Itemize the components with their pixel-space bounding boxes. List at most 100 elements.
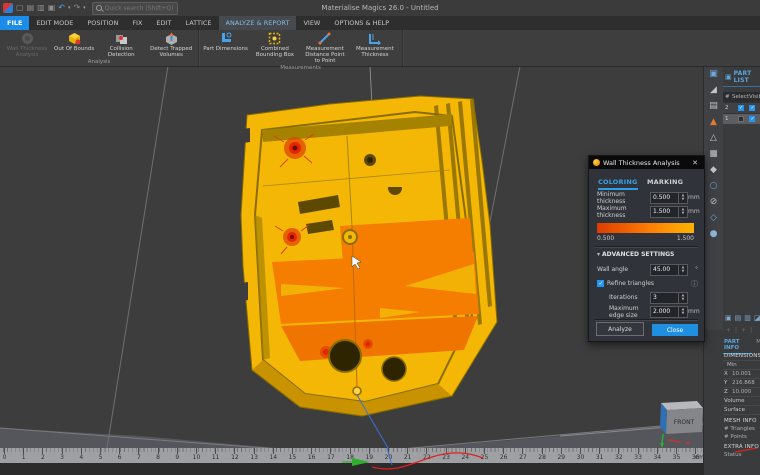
dimension-row: X10.001 (723, 370, 760, 379)
warning-icon[interactable]: ▲ (710, 118, 717, 127)
quick-search-box[interactable] (92, 2, 178, 15)
scene-icon[interactable]: ▣ (725, 314, 732, 322)
ribbon-button-part-dimensions[interactable]: Part Dimensions (201, 30, 250, 64)
refine-triangles-checkbox[interactable] (597, 280, 604, 287)
cut-tool-icon[interactable]: ◆ (710, 166, 717, 175)
ribbon-button-label: Wall Thickness Analysis (4, 46, 50, 58)
tab-edit[interactable]: EDIT (149, 16, 178, 30)
ruler-number: 17 (326, 454, 335, 461)
tab-fix[interactable]: FIX (125, 16, 149, 30)
tool-c-icon: + (741, 327, 746, 334)
tab-options-help[interactable]: OPTIONS & HELP (327, 16, 396, 30)
tab-edit-mode[interactable]: EDIT MODE (29, 16, 80, 30)
tab-marking[interactable]: MARKING (647, 178, 683, 186)
ribbon-group-label: Analysis (2, 58, 196, 67)
spinner[interactable]: ▲▼ (678, 193, 687, 203)
measure-tool-icon[interactable]: ◇ (710, 214, 717, 223)
maximum-thickness-input[interactable]: ▲▼ (650, 206, 688, 218)
new-scene-icon[interactable]: ▢ (16, 3, 24, 13)
analyzed-part-model[interactable] (234, 96, 497, 448)
ribbon-button-wall-thickness: Wall Thickness Analysis (2, 30, 52, 58)
spinner[interactable]: ▲▼ (678, 293, 687, 303)
tab-coloring[interactable]: COLORING (598, 178, 638, 190)
spinner[interactable]: ▲▼ (678, 207, 687, 217)
views-icon[interactable]: ◪ (754, 314, 760, 322)
gradient-min-label: 0.500 (597, 235, 614, 242)
ruler-number: 6 (115, 454, 124, 461)
ribbon-button-collision-detection[interactable]: Collision Detection (96, 30, 146, 58)
ribbon-button-out-of-bounds[interactable]: Out Of Bounds (52, 30, 96, 58)
ruler-number: 19 (365, 454, 374, 461)
redo-icon[interactable]: ↷ (73, 3, 80, 13)
close-icon[interactable]: ✕ (690, 159, 700, 167)
minimum-thickness-input[interactable]: ▲▼ (650, 192, 688, 204)
copy-icon[interactable]: ▤ (735, 314, 742, 322)
part-hole (329, 340, 361, 372)
redo-dropdown-icon[interactable]: ▾ (83, 5, 86, 11)
triangle-tool-icon[interactable]: △ (710, 134, 717, 143)
gradient-max-label: 1.500 (677, 235, 694, 242)
ruler-number: 13 (250, 454, 259, 461)
undo-icon[interactable]: ↶ (58, 3, 65, 13)
ruler-number: 10 (192, 454, 201, 461)
wall-angle-input[interactable]: ▲▼ (650, 264, 688, 276)
dialog-title-bar[interactable]: Wall Thickness Analysis ✕ (589, 156, 704, 169)
iterations-input[interactable]: ▲▼ (650, 292, 688, 304)
tab-file[interactable]: FILE (0, 16, 29, 30)
machine-icon[interactable]: ▤ (709, 102, 718, 111)
dimension-row: Surface (723, 406, 760, 415)
ribbon-button-label: Collision Detection (98, 46, 144, 58)
min-column-label: Min (723, 360, 760, 370)
analyze-button[interactable]: Analyze (596, 322, 644, 336)
info-icon[interactable]: ⓘ (691, 279, 698, 289)
ruler-number: 30 (576, 454, 585, 461)
undo-dropdown-icon[interactable]: ▾ (68, 5, 71, 11)
mesh-info-row: # Triangles (723, 425, 760, 433)
import-part-icon[interactable]: ▣ (709, 70, 718, 79)
visible-checkbox[interactable] (749, 116, 755, 122)
paste-icon[interactable]: ▥ (744, 314, 751, 322)
select-checkbox[interactable] (738, 105, 744, 111)
extra-info-row: Status (723, 451, 760, 459)
part-list-row[interactable]: 2 (723, 102, 760, 113)
dialog-title: Wall Thickness Analysis (603, 159, 687, 167)
select-checkbox[interactable] (738, 116, 744, 122)
fix-wizard-icon[interactable]: ◢ (710, 86, 717, 95)
ribbon-button-distance-point[interactable]: Measurement Distance Point to Point (300, 30, 350, 64)
tab-view[interactable]: VIEW (296, 16, 327, 30)
open-file-icon[interactable]: ▤ (27, 3, 35, 13)
part-list-row[interactable]: 1 (723, 113, 760, 124)
tab-lattice[interactable]: LATTICE (178, 16, 218, 30)
max-edge-size-input[interactable]: ▲▼ (650, 306, 688, 318)
visible-checkbox[interactable] (749, 105, 755, 111)
collision-detection-icon (115, 31, 128, 45)
advanced-settings-header[interactable]: ▾ADVANCED SETTINGS (597, 251, 674, 258)
max-edge-size-row: Maximum edge size ▲▼ mm (597, 306, 698, 317)
cube-tool-icon[interactable]: ■ (709, 150, 718, 159)
exclude-tool-icon[interactable]: ⊘ (710, 198, 718, 207)
circle-tool-icon[interactable]: ○ (710, 182, 718, 191)
measure-thickness-icon (368, 31, 381, 45)
globe-tool-icon[interactable]: ● (710, 230, 718, 239)
tab-analyze-report[interactable]: ANALYZE & REPORT (219, 16, 297, 30)
ribbon-button-trapped-volumes[interactable]: Detect Trapped Volumes (146, 30, 196, 58)
ruler-number: 16 (307, 454, 316, 461)
measurement-node[interactable] (353, 387, 361, 395)
wall-angle-row: Wall angle ▲▼ ° (597, 264, 698, 275)
ruler-number: 8 (154, 454, 163, 461)
ribbon-button-measure-thickness[interactable]: Measurement Thickness (350, 30, 400, 64)
ribbon-button-label: Measurement Thickness (352, 46, 398, 58)
platform-edge-left (107, 66, 168, 448)
spinner[interactable]: ▲▼ (678, 265, 687, 275)
import-part-icon[interactable]: ▥ (37, 3, 45, 13)
ribbon-button-bounding-box[interactable]: Combined Bounding Box (250, 30, 300, 64)
spinner[interactable]: ▲▼ (678, 307, 687, 317)
tab-position[interactable]: POSITION (80, 16, 125, 30)
search-input[interactable] (105, 5, 174, 12)
ruler-number: 14 (269, 454, 278, 461)
save-icon[interactable]: ▣ (48, 3, 56, 13)
bounding-box-icon (268, 31, 281, 45)
tool-a-icon: + (726, 327, 731, 334)
ruler-number: 11 (211, 454, 220, 461)
close-button[interactable]: Close (652, 324, 698, 336)
